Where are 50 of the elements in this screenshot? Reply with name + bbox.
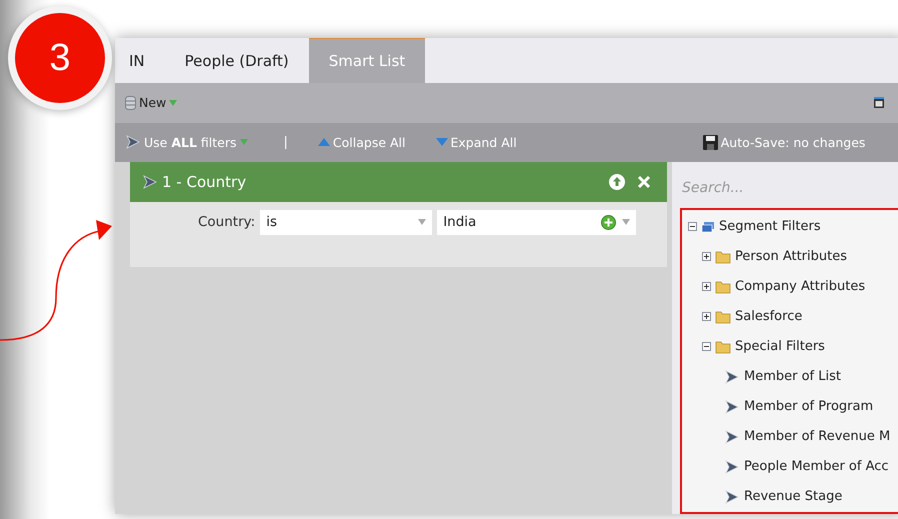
filter-icon [724,488,740,505]
plus-circle-icon[interactable] [601,214,616,230]
save-icon [702,134,718,150]
collapse-icon[interactable] [688,222,697,232]
new-button[interactable]: New [125,95,178,110]
tree-item[interactable]: Special Filters [735,339,825,354]
folder-icon [715,280,731,294]
folder-icon [715,310,731,324]
caret-icon [240,139,248,146]
tree-item[interactable]: Member of Revenue M [744,429,890,444]
autosave-status-text: Auto-Save: no changes [702,134,866,150]
tree-item[interactable]: Member of List [744,369,841,384]
close-icon[interactable] [637,174,651,189]
tree-item[interactable]: Person Attributes [735,249,847,264]
tree-item[interactable]: Revenue Stage [744,489,842,504]
caret-icon [169,100,178,106]
filter-icon [142,174,158,190]
expand-icon[interactable] [702,312,711,322]
tree-item[interactable]: People Member of Acc [744,459,889,474]
tab[interactable]: People (Draft) [164,38,309,84]
expand-icon[interactable] [702,252,711,262]
collapse-icon[interactable] [702,342,711,352]
filter-icon [724,398,740,415]
filter-title: 1 - Country [162,172,248,191]
caret-icon [622,219,630,226]
folder-icon [715,250,731,264]
filter-icon [724,458,740,475]
filter-icon [724,368,740,385]
filter-icon [724,428,740,445]
tree-item[interactable]: Salesforce [735,309,802,324]
database-icon [125,96,136,110]
caret-icon [418,219,426,226]
step-number: 3 [15,13,105,103]
window-stack-icon [701,220,715,233]
tree-item[interactable]: Company Attributes [735,279,866,294]
filter-icon [125,134,141,150]
tree-item[interactable]: Member of Program [744,399,874,414]
value-dropdown[interactable]: India [437,210,636,235]
operator-dropdown[interactable]: is [260,210,432,235]
field-label: Country: [198,214,256,230]
triangle-up-icon [318,138,330,146]
window-icon[interactable] [873,96,885,109]
tree-item[interactable]: Segment Filters [719,219,821,234]
triangle-down-icon [436,138,448,146]
search-field[interactable]: Search... [680,168,898,208]
separator-text: | [284,134,288,150]
arrow-up-circle-icon[interactable] [609,174,625,190]
tab[interactable]: IN [129,38,165,84]
expand-icon[interactable] [702,282,711,292]
folder-icon [715,340,731,354]
